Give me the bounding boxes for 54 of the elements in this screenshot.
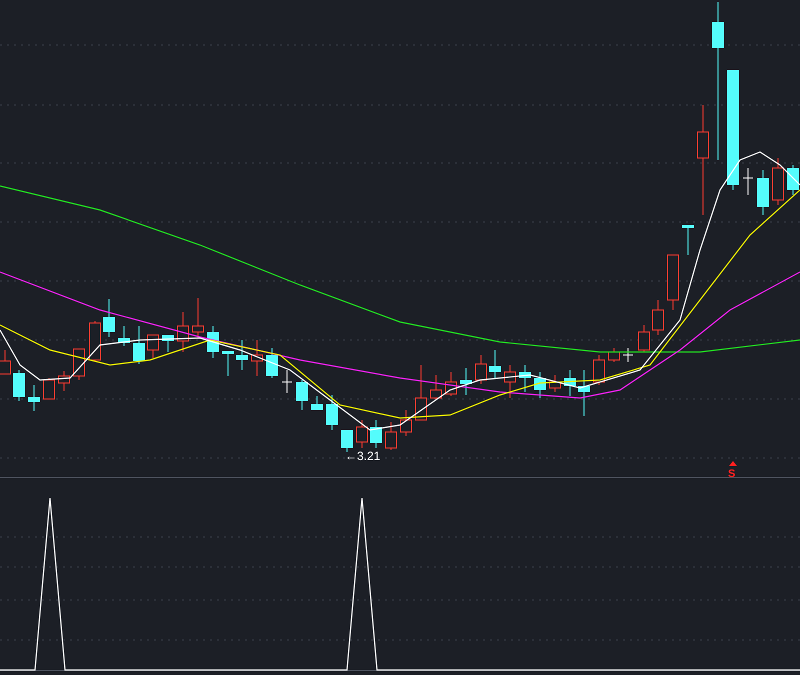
signal-label: S xyxy=(728,468,736,480)
candlestick xyxy=(162,334,174,352)
candlestick xyxy=(608,348,620,362)
candlestick xyxy=(430,374,442,400)
candlestick xyxy=(622,348,634,362)
up-triangle-icon xyxy=(729,461,737,466)
candlestick xyxy=(118,326,130,346)
candlestick xyxy=(534,372,546,398)
candlestick xyxy=(772,158,784,206)
candlestick xyxy=(415,364,427,420)
candlestick xyxy=(578,370,590,416)
candlestick xyxy=(667,254,679,310)
candlestick xyxy=(58,370,70,392)
candlestick xyxy=(638,324,650,352)
candlestick xyxy=(742,168,754,196)
candlestick xyxy=(0,350,11,374)
candlestick xyxy=(296,380,308,410)
candlestick xyxy=(133,326,145,364)
candlestick xyxy=(652,300,664,336)
candlestick xyxy=(341,430,353,452)
candlestick xyxy=(504,364,516,398)
candlestick xyxy=(222,350,234,376)
candlestick xyxy=(787,164,799,196)
candlestick xyxy=(311,396,323,410)
candlestick xyxy=(89,320,101,360)
candlestick xyxy=(147,334,159,358)
candlestick xyxy=(282,370,292,394)
candlestick xyxy=(549,374,561,392)
candlestick xyxy=(236,340,248,370)
candlestick xyxy=(207,326,219,358)
candlestick xyxy=(475,354,487,384)
candlestick xyxy=(489,350,501,378)
candlestick xyxy=(356,420,368,448)
candlestick xyxy=(593,354,605,386)
candlestick xyxy=(28,384,40,412)
candlestick xyxy=(400,410,412,436)
candlestick xyxy=(682,224,694,256)
candlestick xyxy=(266,348,278,378)
candlestick xyxy=(192,298,204,338)
candlestick xyxy=(460,368,472,396)
candlestick xyxy=(13,370,25,402)
candlestick xyxy=(385,422,397,450)
candlestick xyxy=(445,372,457,396)
candlestick xyxy=(757,170,769,216)
candlestick xyxy=(564,370,576,396)
candlestick xyxy=(73,348,85,380)
candlestick xyxy=(177,312,189,352)
low-price-label: ←3.21 xyxy=(345,449,380,463)
candlestick xyxy=(103,298,115,338)
candlestick xyxy=(251,340,263,376)
candlestick xyxy=(519,364,531,392)
candlestick xyxy=(43,378,55,400)
candlestick xyxy=(370,420,382,448)
candlestick xyxy=(326,394,338,430)
